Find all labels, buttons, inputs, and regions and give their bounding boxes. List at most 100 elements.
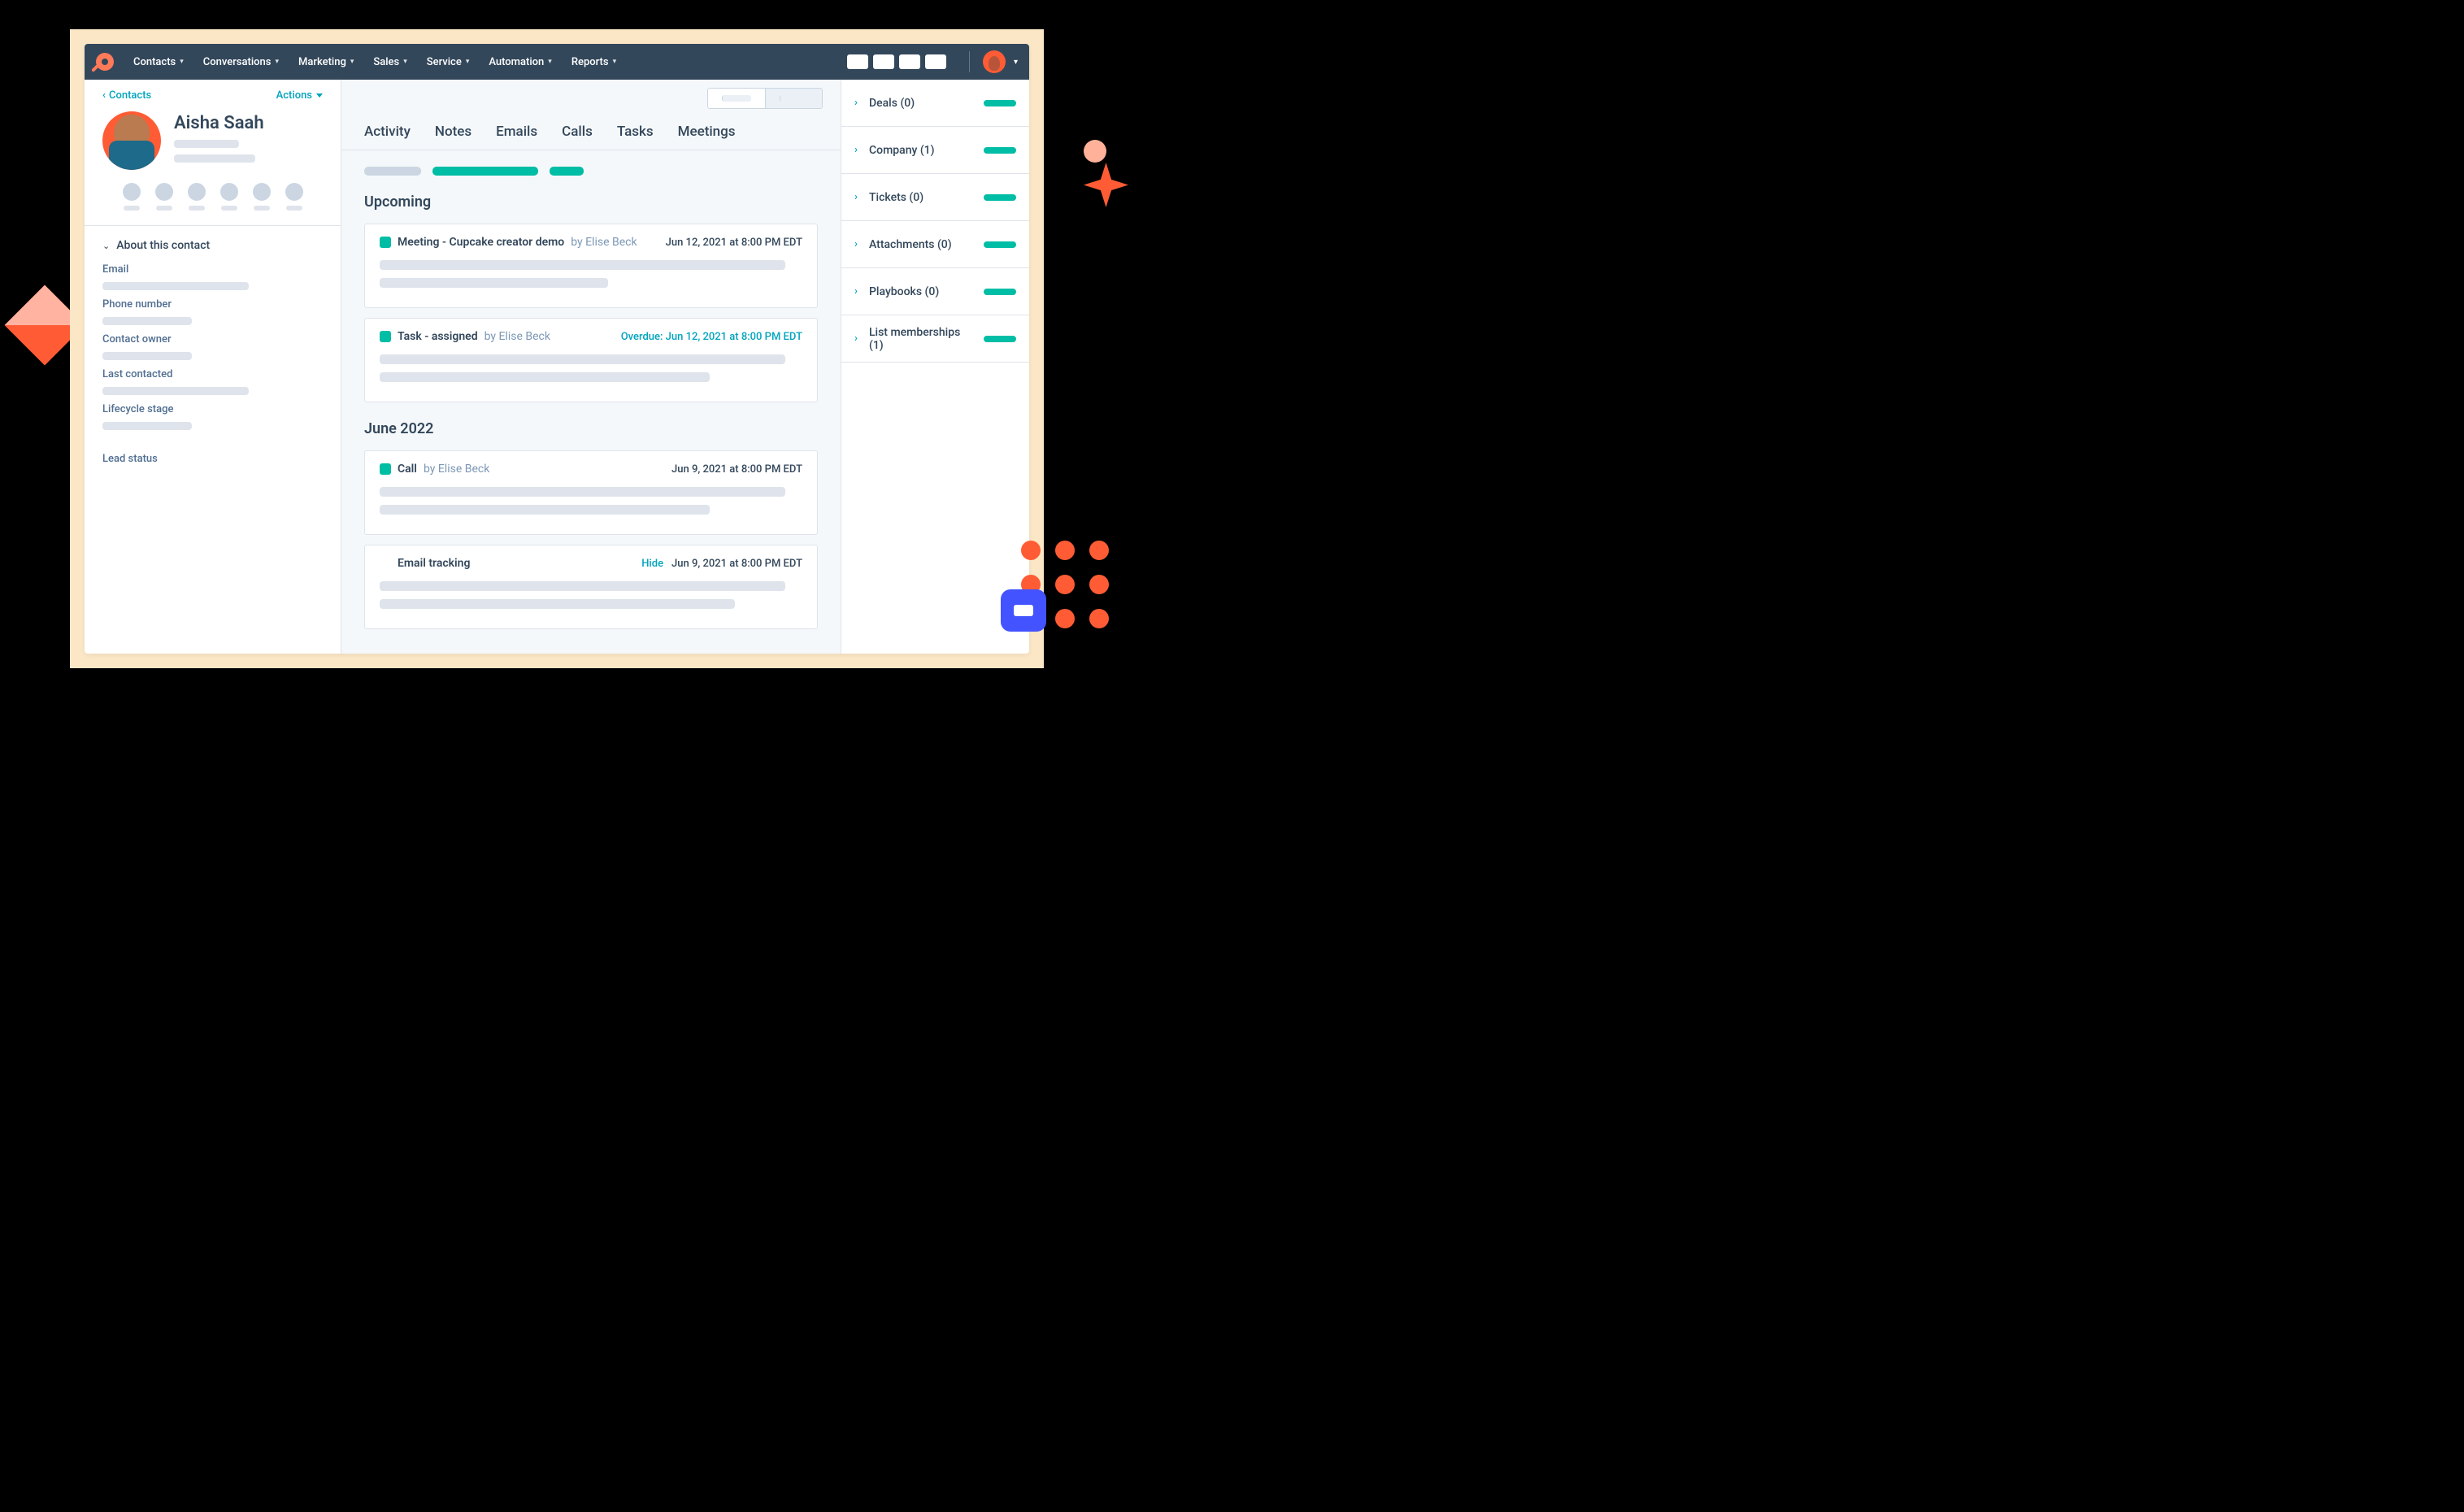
- field-label-lifecycle: Lifecycle stage: [102, 403, 323, 415]
- activity-tabs: Activity Notes Emails Calls Tasks Meetin…: [341, 109, 841, 150]
- chat-widget-icon[interactable]: [1001, 589, 1046, 632]
- chevron-right-icon: ›: [854, 332, 863, 345]
- chevron-down-icon: ▾: [350, 58, 354, 66]
- tab-activity[interactable]: Activity: [364, 124, 411, 150]
- panel-action[interactable]: [984, 194, 1016, 201]
- actions-menu[interactable]: Actions: [276, 89, 323, 102]
- back-link[interactable]: ‹ Contacts: [102, 89, 151, 102]
- nav-service[interactable]: Service▾: [419, 44, 478, 80]
- chevron-right-icon: ›: [854, 97, 863, 109]
- utility-button[interactable]: [873, 54, 894, 69]
- panel-label: Deals (0): [869, 97, 915, 110]
- nav-sales[interactable]: Sales▾: [365, 44, 415, 80]
- view-toggle-option[interactable]: [765, 89, 822, 108]
- panel-action[interactable]: [984, 336, 1016, 342]
- filter-pill[interactable]: [364, 167, 421, 176]
- panel-action[interactable]: [984, 241, 1016, 248]
- placeholder: [380, 354, 785, 364]
- tab-tasks[interactable]: Tasks: [617, 124, 654, 150]
- activity-card-meeting[interactable]: Meeting - Cupcake creator demo by Elise …: [364, 224, 818, 308]
- placeholder: [174, 140, 239, 148]
- left-sidebar: ‹ Contacts Actions Aisha Saah: [85, 80, 341, 654]
- tab-meetings[interactable]: Meetings: [678, 124, 736, 150]
- panel-deals[interactable]: › Deals (0): [841, 80, 1029, 127]
- placeholder: [380, 581, 785, 591]
- tab-notes[interactable]: Notes: [435, 124, 472, 150]
- panel-company[interactable]: › Company (1): [841, 127, 1029, 174]
- nav-conversations[interactable]: Conversations▾: [195, 44, 287, 80]
- hide-link[interactable]: Hide: [641, 558, 663, 570]
- activity-icon: [380, 463, 391, 475]
- placeholder: [102, 317, 192, 325]
- nav-reports[interactable]: Reports▾: [563, 44, 624, 80]
- panel-attachments[interactable]: › Attachments (0): [841, 221, 1029, 268]
- panel-playbooks[interactable]: › Playbooks (0): [841, 268, 1029, 315]
- panel-label: List memberships (1): [869, 326, 977, 352]
- nav-contacts[interactable]: Contacts▾: [125, 44, 192, 80]
- quick-action[interactable]: [188, 183, 206, 211]
- panel-action[interactable]: [984, 289, 1016, 295]
- view-toggle[interactable]: [707, 88, 823, 109]
- quick-action[interactable]: [220, 183, 238, 211]
- activity-card-email-tracking[interactable]: Email tracking Hide Jun 9, 2021 at 8:00 …: [364, 545, 818, 629]
- panel-list-memberships[interactable]: › List memberships (1): [841, 315, 1029, 363]
- app-window: Contacts▾ Conversations▾ Marketing▾ Sale…: [85, 44, 1029, 654]
- panel-action[interactable]: [984, 100, 1016, 106]
- card-by: by Elise Beck: [485, 330, 550, 343]
- quick-action[interactable]: [155, 183, 173, 211]
- placeholder: [380, 372, 710, 382]
- contact-avatar[interactable]: [102, 111, 161, 170]
- section-upcoming: Upcoming: [341, 180, 841, 219]
- placeholder: [380, 278, 608, 288]
- quick-action[interactable]: [285, 183, 303, 211]
- panel-label: Playbooks (0): [869, 285, 939, 298]
- utility-button[interactable]: [925, 54, 946, 69]
- chevron-down-icon: ▾: [613, 58, 617, 66]
- caret-down-icon: [316, 93, 323, 98]
- chevron-down-icon: ▾: [275, 58, 279, 66]
- decoration-circle: [1084, 140, 1106, 163]
- chevron-right-icon: ›: [854, 144, 863, 156]
- placeholder: [102, 387, 249, 395]
- panel-label: Company (1): [869, 144, 935, 157]
- card-date: Jun 9, 2021 at 8:00 PM EDT: [671, 558, 802, 570]
- about-contact-label: About this contact: [116, 239, 210, 252]
- chevron-down-icon[interactable]: ▾: [1014, 58, 1018, 67]
- tab-calls[interactable]: Calls: [562, 124, 593, 150]
- utility-button[interactable]: [899, 54, 920, 69]
- placeholder: [380, 505, 710, 515]
- actions-label: Actions: [276, 89, 312, 102]
- nav-marketing[interactable]: Marketing▾: [290, 44, 362, 80]
- chevron-down-icon: ⌄: [102, 241, 110, 251]
- divider: [969, 51, 970, 72]
- user-avatar[interactable]: [983, 50, 1006, 73]
- chevron-down-icon: ▾: [466, 58, 470, 66]
- panel-label: Tickets (0): [869, 191, 923, 204]
- chevron-right-icon: ›: [854, 285, 863, 298]
- activity-card-call[interactable]: Call by Elise Beck Jun 9, 2021 at 8:00 P…: [364, 450, 818, 535]
- filter-pill-active[interactable]: [550, 167, 584, 176]
- top-nav: Contacts▾ Conversations▾ Marketing▾ Sale…: [85, 44, 1029, 80]
- about-contact-toggle[interactable]: ⌄ About this contact: [85, 226, 341, 257]
- utility-button[interactable]: [847, 54, 868, 69]
- tab-emails[interactable]: Emails: [496, 124, 537, 150]
- logo-icon[interactable]: [93, 51, 114, 72]
- top-utility-buttons: [847, 54, 946, 69]
- chevron-down-icon: ▾: [548, 58, 552, 66]
- filter-pill-active[interactable]: [432, 167, 538, 176]
- activity-card-task[interactable]: Task - assigned by Elise Beck Overdue: J…: [364, 318, 818, 402]
- placeholder: [380, 599, 735, 609]
- panel-tickets[interactable]: › Tickets (0): [841, 174, 1029, 221]
- quick-action[interactable]: [123, 183, 141, 211]
- decoration-star: [1084, 163, 1128, 207]
- view-toggle-option[interactable]: [708, 89, 765, 108]
- contact-name: Aisha Saah: [174, 113, 264, 133]
- panel-action[interactable]: [984, 147, 1016, 154]
- nav-automation[interactable]: Automation▾: [480, 44, 559, 80]
- chevron-right-icon: ›: [854, 238, 863, 250]
- quick-action[interactable]: [253, 183, 271, 211]
- card-title: Email tracking: [398, 557, 470, 570]
- section-month: June 2022: [341, 407, 841, 445]
- right-sidebar: › Deals (0) › Company (1) › Tickets (0) …: [841, 80, 1029, 654]
- card-date: Jun 9, 2021 at 8:00 PM EDT: [671, 463, 802, 476]
